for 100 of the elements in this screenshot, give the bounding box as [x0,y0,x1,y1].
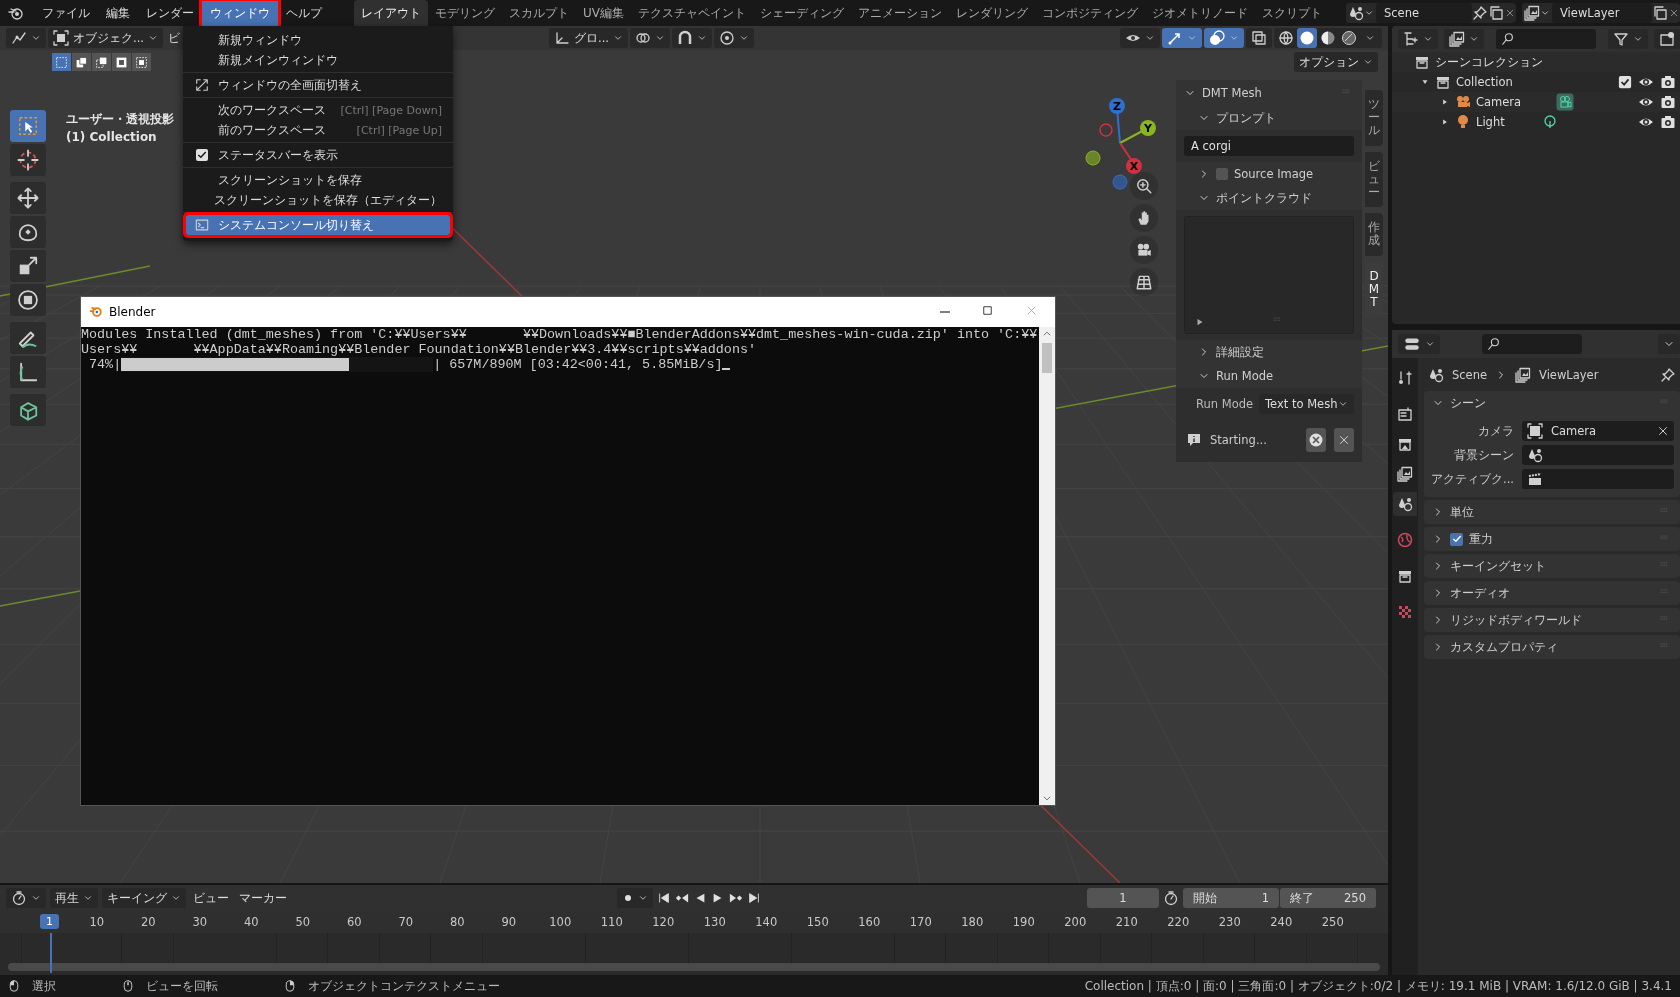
select-mode-button[interactable] [72,53,91,71]
panel-header[interactable]: キーイングセット [1450,558,1546,574]
annotate-tool-button[interactable] [10,322,46,354]
scrollbar[interactable] [1039,327,1055,805]
panel-header[interactable]: 重力 [1469,531,1493,547]
menu-item[interactable]: キーイング [102,888,186,908]
breadcrumb-item[interactable]: Scene [1452,368,1488,382]
cursor-tool-button[interactable] [10,144,46,176]
clear-icon[interactable] [1657,425,1669,437]
run-mode-dropdown[interactable]: Text to Mesh [1259,394,1354,414]
scroll-down-icon[interactable] [1042,793,1052,803]
prompt-field[interactable]: A corgi [1184,136,1354,156]
panel-header[interactable]: リジッドボディワールド [1450,612,1582,628]
skip-end-icon[interactable] [746,891,761,905]
play-icon[interactable] [1195,317,1205,327]
menu-item[interactable]: 新規ウィンドウ [186,30,450,50]
menu-item[interactable]: 前のワークスペース [Ctrl] [Page Up] [186,120,450,140]
tree-item[interactable]: シーンコレクション [1435,54,1543,70]
panel-header[interactable]: カスタムプロパティ [1450,639,1558,655]
snap-toggle[interactable] [671,28,712,48]
menu-item[interactable]: 編集 [98,0,138,26]
xray-toggle[interactable] [1246,28,1272,48]
copy-icon[interactable] [1652,5,1668,21]
scene-icon[interactable] [1393,492,1417,516]
menu-item[interactable]: ビュー [190,888,232,908]
cancel-button[interactable] [1306,428,1326,452]
panel-header[interactable]: 単位 [1450,504,1474,520]
proportional-edit-toggle[interactable] [713,28,754,48]
panel-header[interactable]: シーン [1450,395,1486,411]
panel-header[interactable]: オーディオ [1450,585,1510,601]
menu-item[interactable]: 新規メインウィンドウ [186,50,450,70]
workspace-tab[interactable]: スクリプト [1255,0,1329,27]
workspace-tab[interactable]: UV編集 [576,0,631,27]
scene-field[interactable]: Scene [1376,3,1472,23]
panel-title[interactable]: DMT Mesh [1202,86,1262,100]
sidebar-tab[interactable]: 作成 [1365,213,1383,256]
record-button[interactable] [616,888,653,908]
orientation-dropdown[interactable]: グロ... [549,28,628,48]
start-frame-field[interactable]: 開始 1 [1183,888,1279,908]
camera-icon[interactable] [1130,236,1158,264]
hand-icon[interactable] [1130,204,1158,232]
playhead-frame[interactable]: 1 [40,914,59,929]
sidebar-tab[interactable]: ビュー [1365,151,1383,208]
tree-item[interactable]: Collection [1456,75,1513,89]
grid-icon[interactable] [1130,268,1158,296]
editor-type-button[interactable] [6,888,46,908]
menu-item[interactable]: ウィンドウの全画面切替え [186,75,450,95]
navigation-gizmo[interactable]: Z Y X [1085,98,1156,190]
options-dropdown[interactable]: オプション [1294,52,1378,72]
app-logo-icon[interactable] [8,5,24,21]
filter-dropdown[interactable] [1608,29,1648,49]
menu-item[interactable]: ステータスバーを表示 [186,145,450,165]
workspace-tab[interactable]: アニメーション [851,0,949,27]
view-menu[interactable]: ビ [164,28,183,48]
value-field[interactable] [1522,469,1674,489]
workspace-tab[interactable]: テクスチャペイント [631,0,753,27]
close-icon[interactable] [1504,7,1516,19]
new-collection-button[interactable] [1654,29,1680,49]
gizmo-toggle[interactable] [1162,28,1202,48]
checkbox[interactable] [1450,532,1463,546]
tree-item[interactable]: Light [1476,115,1505,129]
measure-tool-button[interactable] [10,356,46,388]
workspace-tab[interactable]: コンポジティング [1035,0,1145,27]
light-data-icon[interactable] [1541,114,1558,130]
pin-icon[interactable] [1472,5,1488,21]
editor-type-button[interactable] [6,28,46,48]
select-mode-button[interactable] [52,53,71,71]
options-dropdown[interactable] [1658,334,1680,354]
scale-tool-button[interactable] [10,250,46,282]
skip-start-icon[interactable] [656,891,671,905]
tree-item[interactable]: Camera [1476,95,1522,109]
view-layer-field[interactable]: ViewLayer [1552,3,1652,23]
select-tool-button[interactable] [10,110,46,142]
mode-dropdown[interactable]: オブジェク... [48,28,163,48]
workspace-tab[interactable]: モデリング [428,0,502,27]
pin-icon[interactable] [1660,367,1676,383]
wireframe-shading-button[interactable] [1276,28,1296,48]
previous-keyframe-icon[interactable] [674,891,689,905]
select-mode-button[interactable] [92,53,111,71]
pivot-dropdown[interactable] [629,28,670,48]
workspace-tab[interactable]: ジオメトリノード [1145,0,1255,27]
scroll-thumb[interactable] [1042,343,1052,373]
checkbox[interactable] [196,149,208,161]
menu-item[interactable]: スクリーンショットを保存 [186,170,450,190]
select-mode-button[interactable] [112,53,131,71]
menu-item[interactable]: レンダー [138,0,202,26]
visibility-dropdown[interactable] [1120,28,1160,48]
breadcrumb-item[interactable]: ViewLayer [1539,368,1599,382]
value-field[interactable]: Camera [1522,421,1674,441]
close-button[interactable] [1334,428,1354,452]
scene-type-button[interactable] [1346,3,1376,23]
editor-type-button[interactable] [1398,29,1438,49]
menu-item[interactable]: ウィンドウ [202,0,278,26]
rendered-shading-button[interactable] [1339,28,1359,48]
add-cube-tool-button[interactable] [10,394,46,426]
scrollbar[interactable] [8,963,1380,971]
move-tool-button[interactable] [10,182,46,214]
stopwatch-icon[interactable] [1163,890,1179,906]
menu-item[interactable]: システムコンソール切り替え [186,215,450,235]
menu-item[interactable]: ヘルプ [278,0,330,26]
